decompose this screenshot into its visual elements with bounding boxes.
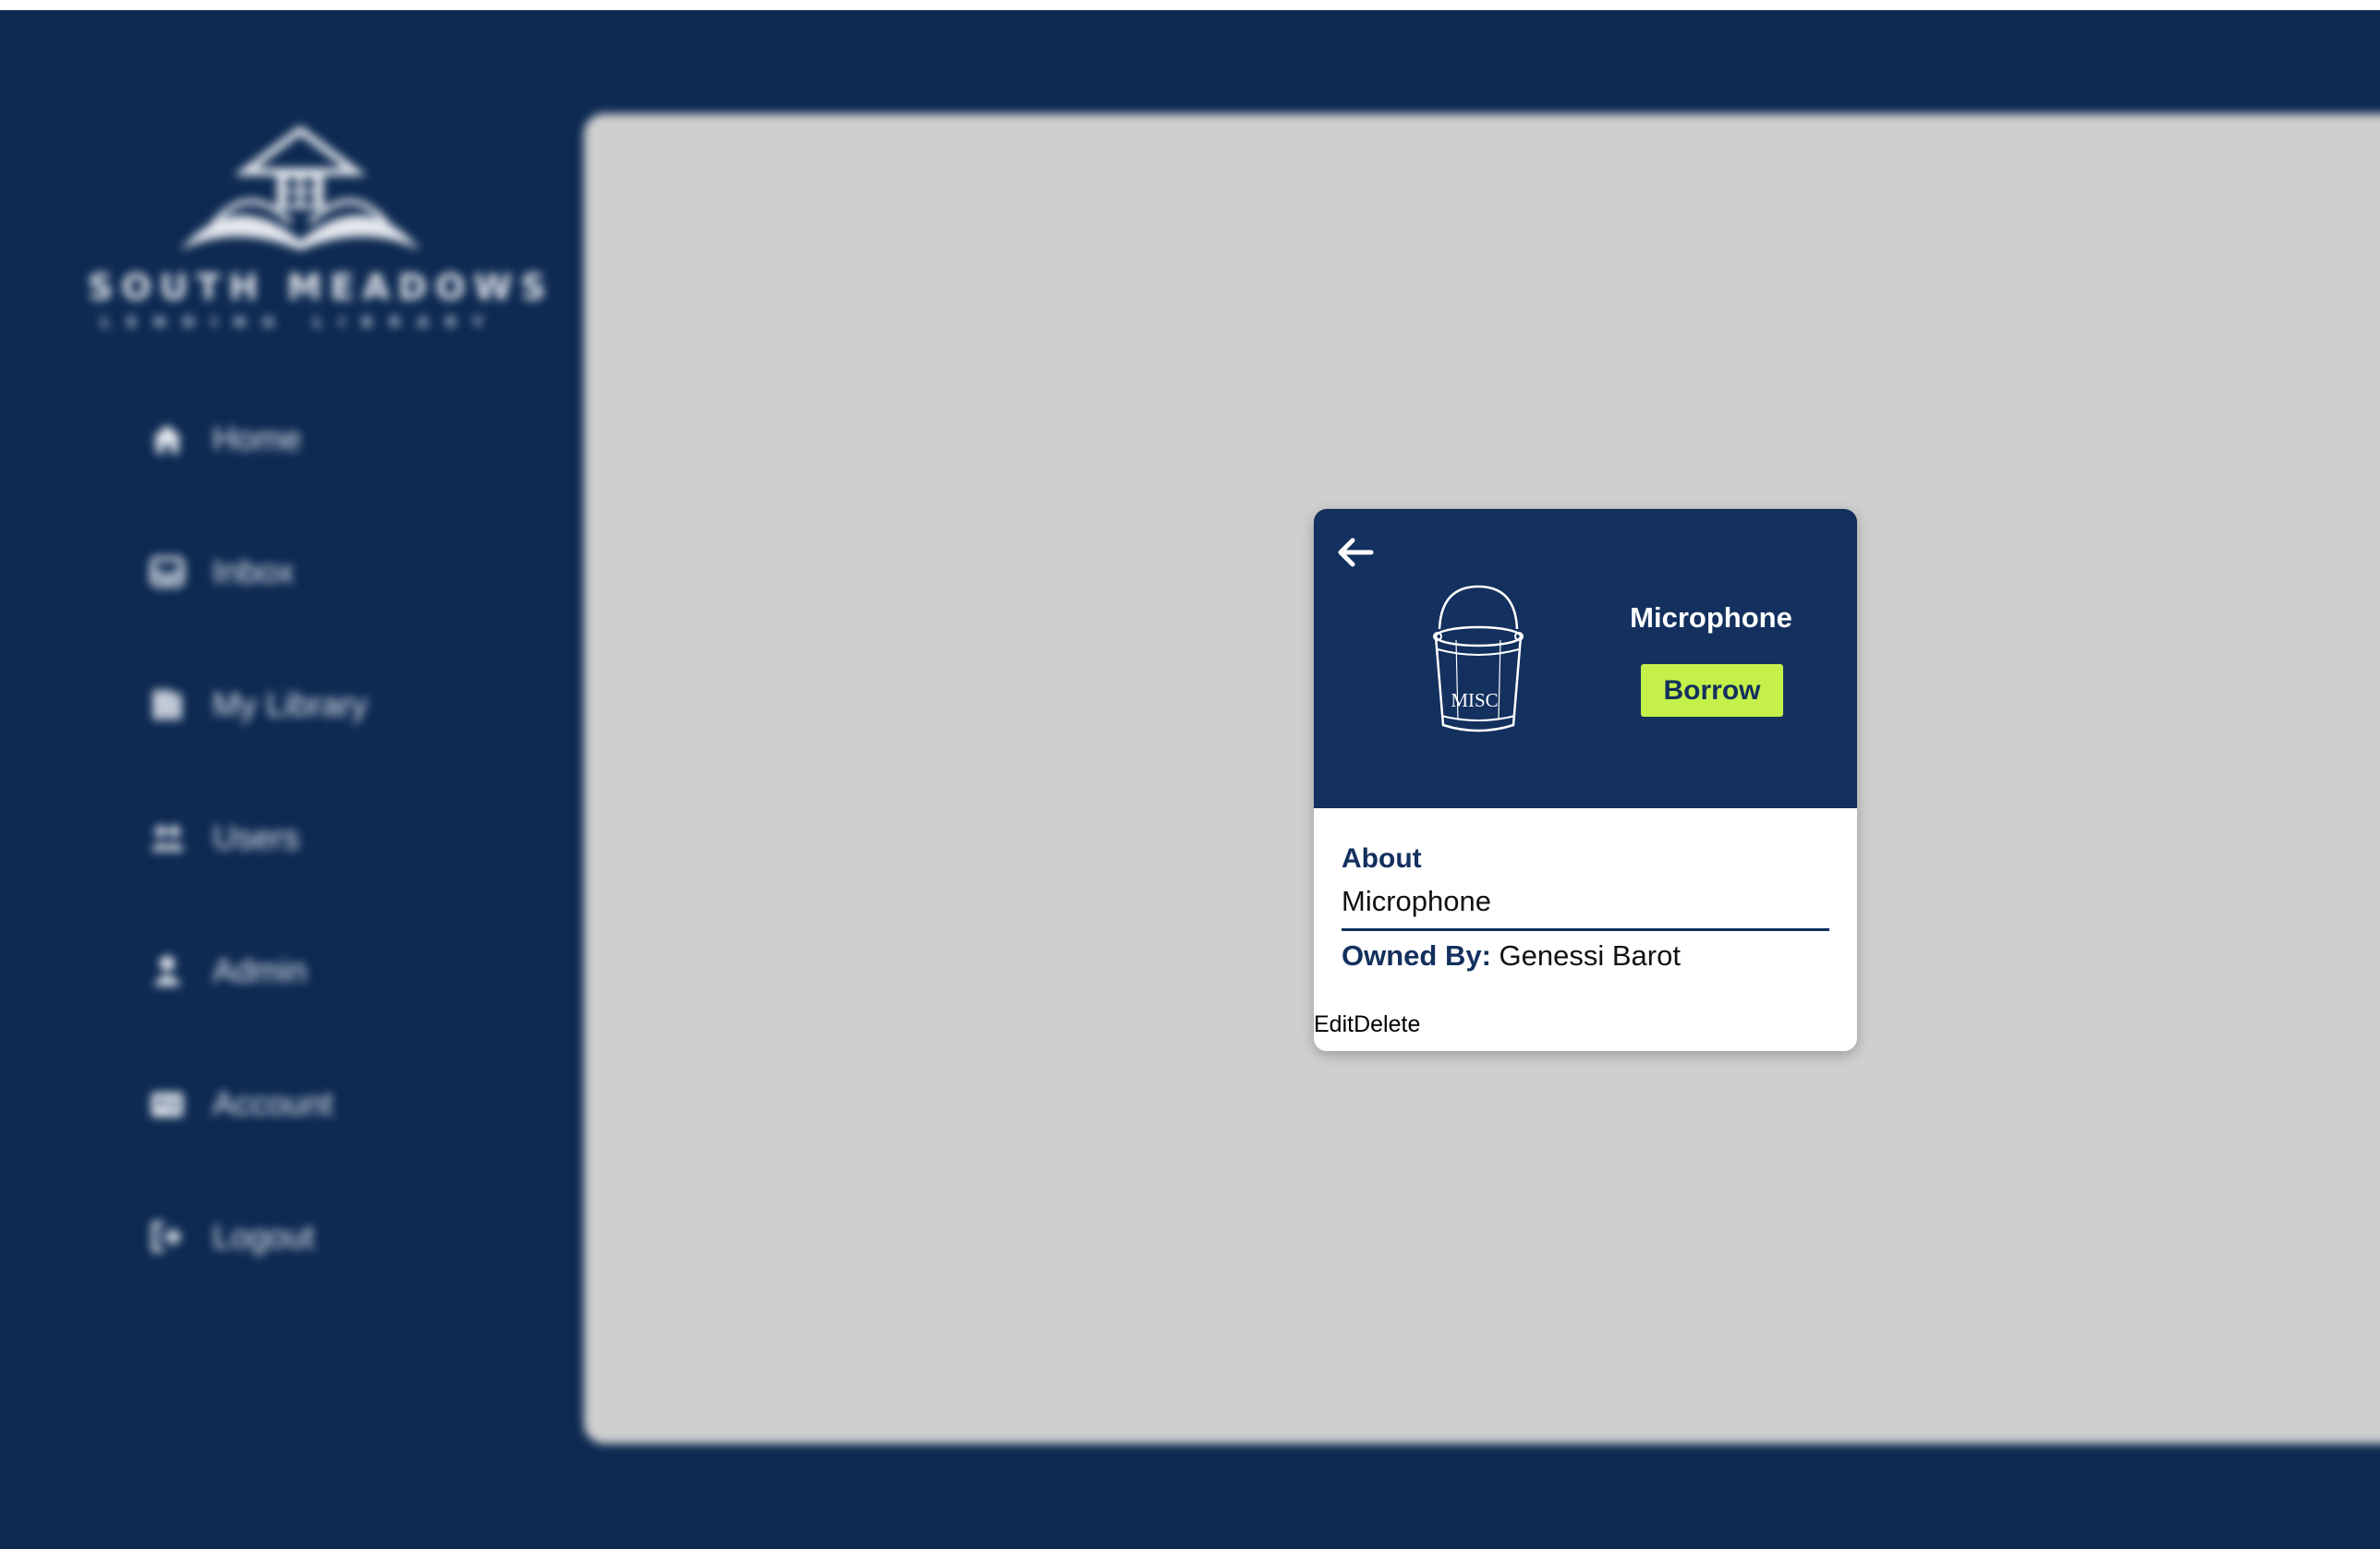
- back-button[interactable]: [1332, 529, 1378, 575]
- card-header: MISC Microphone Borrow: [1314, 509, 1857, 808]
- edit-link[interactable]: Edit: [1314, 1011, 1354, 1037]
- item-detail-card: MISC Microphone Borrow About Microphone …: [1314, 509, 1857, 1051]
- about-heading: About: [1342, 843, 1422, 874]
- owned-by-label: Owned By:: [1342, 939, 1500, 972]
- item-title: Microphone: [1630, 601, 1792, 634]
- owner-name: Genessi Barot: [1499, 939, 1681, 972]
- about-description: Microphone: [1342, 885, 1491, 917]
- delete-link[interactable]: Delete: [1354, 1011, 1420, 1037]
- app-window: SOUTH MEADOWS LENDING LIBRARY Home Inbox: [0, 10, 2380, 1549]
- bucket-icon: MISC: [1433, 585, 1524, 732]
- card-body: About Microphone Owned By: Genessi Barot…: [1314, 808, 1857, 1051]
- bucket-label: MISC: [1451, 689, 1498, 711]
- modal-overlay[interactable]: [0, 10, 2380, 1549]
- divider: [1342, 928, 1829, 931]
- arrow-left-icon: [1338, 538, 1374, 567]
- owner-row: Owned By: Genessi Barot: [1342, 939, 1681, 973]
- borrow-button[interactable]: Borrow: [1641, 664, 1783, 717]
- card-actions: EditDelete: [1314, 1011, 1420, 1038]
